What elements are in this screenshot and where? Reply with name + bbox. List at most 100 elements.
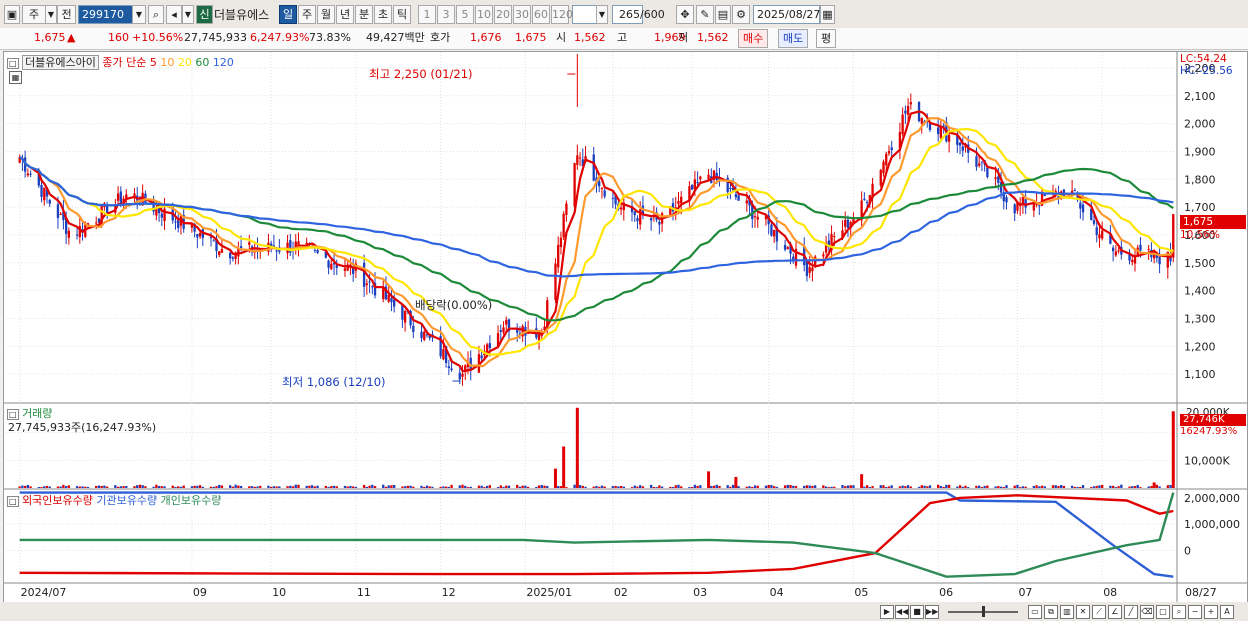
rewind-icon[interactable]: ◀◀ [895,605,909,619]
buy-button[interactable]: 매수 [738,29,769,48]
draw-icon[interactable]: ✎ [696,5,714,24]
volume-bar [267,485,270,488]
tab-interval-30[interactable]: 30 [513,5,531,24]
price-panel-title[interactable]: 더블유에스아이 [22,55,99,70]
code-input[interactable]: 299170 [78,5,133,24]
volume-bar [1013,485,1016,488]
zoom-slider-handle[interactable] [982,606,985,617]
copy-icon[interactable]: ⧉ [1044,605,1058,619]
chevron-down-icon[interactable]: ▼ [132,5,146,24]
speaker-icon[interactable]: ◂ [166,5,182,24]
gear-icon[interactable]: ⚙ [732,5,750,24]
calendar-icon[interactable]: ▦ [820,5,835,24]
volume-bar [824,486,828,488]
candle-body [1032,203,1036,211]
x-tick-label: 10 [272,586,286,599]
tab-period-0[interactable]: 일 [279,5,297,24]
save-icon[interactable]: ▤ [715,5,731,24]
volume-bar [617,486,620,488]
stop-icon[interactable]: ■ [910,605,924,619]
prev-button[interactable]: 전 [57,5,76,24]
forward-icon[interactable]: ▶▶ [925,605,939,619]
volume-bar [524,485,527,488]
chevron-down-icon[interactable]: ▼ [182,5,194,24]
volume-bar [718,485,721,488]
tab-interval-5[interactable]: 5 [456,5,474,24]
candle-body [1038,205,1041,207]
trend-icon[interactable]: ⟋ [1092,605,1106,619]
eval-button[interactable]: 평 [816,29,837,48]
type-select[interactable]: 주 [22,5,46,24]
tab-period-5[interactable]: 초 [374,5,392,24]
screen-icon[interactable]: ▢ [1156,605,1170,619]
volume-bar [961,486,964,488]
candle-body [844,219,847,227]
layout-icon[interactable]: ▥ [1060,605,1074,619]
line-icon[interactable]: ╱ [1124,605,1138,619]
tab-interval-1[interactable]: 1 [418,5,436,24]
volume-bar [286,486,289,488]
volume-bar [997,486,1000,488]
tab-interval-120[interactable]: 120 [551,5,573,24]
tab-period-1[interactable]: 주 [298,5,316,24]
candle-body [863,198,866,201]
angle-icon[interactable]: ∠ [1108,605,1122,619]
volume-bar [999,486,1003,488]
hc-label: HC:-25.56 [1180,65,1233,77]
candle-body [978,163,981,166]
cross-tool-icon[interactable]: ✕ [1076,605,1090,619]
volume-bar [772,486,776,488]
volume-bar [753,485,757,488]
search-icon[interactable]: ⌕ [148,5,164,24]
date-input[interactable]: 2025/08/27 [753,5,820,24]
volume-bar [833,486,836,488]
volume-bar [751,486,754,488]
eraser-icon[interactable]: ⌫ [1140,605,1154,619]
count-max: /600 [640,8,665,21]
candle-body [48,199,51,204]
scroll-right-icon[interactable]: ▶ [880,605,894,619]
candle-body [707,174,710,180]
grid-icon[interactable]: ▦ [9,71,22,84]
count-input[interactable]: 265 [612,5,643,24]
volume-spike [1171,411,1175,488]
minus-icon[interactable]: − [1188,605,1202,619]
volume-spike [707,471,711,488]
candle-body [393,299,396,307]
x-tick-label: 09 [193,586,207,599]
tab-interval-3[interactable]: 3 [437,5,455,24]
volume-bar [1133,486,1137,488]
font-icon[interactable]: A [1220,605,1234,619]
chevron-down-icon[interactable]: ▼ [45,5,57,24]
new-badge: 신 [196,5,213,24]
blank-select[interactable] [572,5,599,24]
volume-bar [1079,486,1082,488]
tab-period-3[interactable]: 년 [336,5,354,24]
tab-period-4[interactable]: 분 [355,5,373,24]
volume-bar [75,486,79,488]
tab-interval-60[interactable]: 60 [532,5,550,24]
volume-bar [630,487,634,488]
window-icon[interactable]: ▭ [1028,605,1042,619]
ma-line-10 [19,117,1175,368]
crosshair-icon[interactable]: ✥ [676,5,694,24]
sell-button[interactable]: 매도 [778,29,809,48]
ma-legend-120: 120 [212,56,234,69]
volume-bar [182,485,185,488]
collapse-icon[interactable]: □ [7,58,19,69]
candle-body [822,254,825,257]
zoom-icon[interactable]: ⌕ [1172,605,1186,619]
chevron-down-icon[interactable]: ▼ [596,5,608,24]
volume-bar [1090,487,1093,488]
tab-period-6[interactable]: 틱 [393,5,411,24]
tab-period-2[interactable]: 월 [317,5,335,24]
layout-icon[interactable]: ▣ [4,5,20,24]
plus-icon[interactable]: + [1204,605,1218,619]
candle-body [559,237,563,248]
volume-bar [1158,486,1161,488]
candle-body [1117,250,1120,252]
tab-interval-10[interactable]: 10 [475,5,493,24]
tab-interval-20[interactable]: 20 [494,5,512,24]
volume-bar [294,484,297,488]
collapse-icon[interactable]: □ [7,496,19,507]
